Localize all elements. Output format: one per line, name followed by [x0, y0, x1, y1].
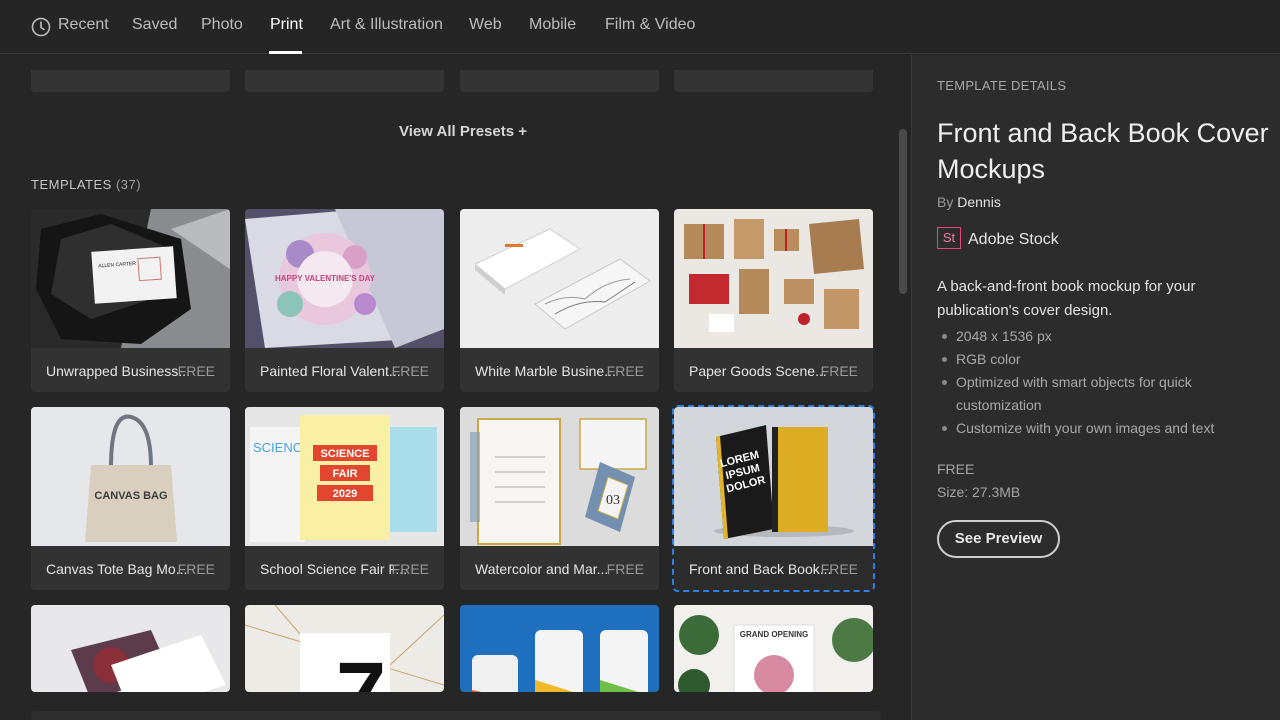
- thumb-text-canvas-bag: CANVAS BAG: [94, 490, 167, 502]
- template-thumbnail: HAPPY VALENTINE'S DAY: [245, 209, 444, 348]
- template-thumbnail: ALLEN CARTER: [31, 209, 230, 348]
- template-thumbnail: [674, 209, 873, 348]
- template-card-grand-opening[interactable]: GRAND OPENING: [674, 605, 873, 692]
- template-card-front-back-book[interactable]: LOREM IPSUM DOLOR Front and Back Book...…: [672, 405, 875, 592]
- thumb-text-happy-valentines: HAPPY VALENTINE'S DAY: [275, 274, 376, 283]
- details-price: FREE: [937, 461, 975, 477]
- card-price: FREE: [177, 561, 215, 577]
- feature-item: RGB color: [937, 348, 1267, 371]
- size-label: Size:: [937, 484, 969, 500]
- feature-item: Customize with your own images and text: [937, 417, 1267, 440]
- template-details-panel: TEMPLATE DETAILS Front and Back Book Cov…: [911, 55, 1280, 720]
- details-feature-list: 2048 x 1536 px RGB color Optimized with …: [937, 325, 1267, 440]
- feature-item: 2048 x 1536 px: [937, 325, 1267, 348]
- size-value: 27.3MB: [972, 484, 1021, 500]
- card-caption: Paper Goods Scene... FREE: [674, 348, 873, 392]
- template-thumbnail: [460, 605, 659, 692]
- tab-mobile[interactable]: Mobile: [529, 16, 576, 34]
- thumb-text-year: 2029: [333, 488, 357, 500]
- templates-heading-label: TEMPLATES: [31, 177, 112, 192]
- template-card-science-fair[interactable]: SCIENCE SCIENCE FAIR 2029 School Science…: [245, 407, 444, 590]
- card-caption: White Marble Busine... FREE: [460, 348, 659, 392]
- details-section-label: TEMPLATE DETAILS: [937, 78, 1067, 93]
- thumb-text-fair: FAIR: [332, 468, 357, 480]
- thumb-text-seven: 7: [336, 645, 386, 692]
- details-description: A back-and-front book mockup for your pu…: [937, 278, 1196, 319]
- template-thumbnail: GRAND OPENING: [674, 605, 873, 692]
- thumb-text-grand-opening: GRAND OPENING: [740, 630, 808, 639]
- card-caption: Front and Back Book... FREE: [674, 546, 873, 590]
- template-card-paper-goods[interactable]: Paper Goods Scene... FREE: [674, 209, 873, 392]
- tab-photo[interactable]: Photo: [201, 16, 243, 34]
- template-card-cans[interactable]: [460, 605, 659, 692]
- card-price: FREE: [606, 363, 644, 379]
- card-caption: Unwrapped Business... FREE: [31, 348, 230, 392]
- adobe-stock-icon: St: [937, 227, 961, 249]
- card-title: School Science Fair F...: [260, 561, 408, 577]
- card-title: Painted Floral Valent...: [260, 363, 401, 379]
- app-window: Recent Saved Photo Print Art & Illustrat…: [0, 0, 1280, 720]
- card-caption: Canvas Tote Bag Mo... FREE: [31, 546, 230, 590]
- details-title: Front and Back Book Cover Mockups: [937, 118, 1269, 184]
- template-card-poster-seven[interactable]: 7: [245, 605, 444, 692]
- view-all-presets-link[interactable]: View All Presets +: [399, 123, 527, 140]
- card-title: White Marble Busine...: [475, 363, 616, 379]
- tab-web[interactable]: Web: [469, 16, 502, 34]
- card-price: FREE: [606, 561, 644, 577]
- vertical-scrollbar-thumb[interactable]: [899, 129, 907, 294]
- card-title: Front and Back Book...: [689, 561, 832, 577]
- thumb-text-science: SCIENCE: [321, 448, 370, 460]
- feature-item: Optimized with smart objects for quick c…: [937, 371, 1267, 417]
- template-thumbnail: LOREM IPSUM DOLOR: [674, 407, 873, 546]
- card-price: FREE: [391, 363, 429, 379]
- card-title: Paper Goods Scene...: [689, 363, 827, 379]
- thumb-text-03: 03: [606, 493, 620, 508]
- preset-card[interactable]: [460, 70, 659, 92]
- tab-saved[interactable]: Saved: [132, 16, 177, 34]
- by-prefix: By: [937, 194, 954, 210]
- tab-art-illustration[interactable]: Art & Illustration: [330, 16, 443, 34]
- template-card-canvas-tote[interactable]: CANVAS BAG Canvas Tote Bag Mo... FREE: [31, 407, 230, 590]
- tab-print[interactable]: Print: [270, 16, 303, 34]
- templates-heading: TEMPLATES (37): [31, 177, 141, 192]
- preset-card[interactable]: [31, 70, 230, 92]
- card-title: Canvas Tote Bag Mo...: [46, 561, 188, 577]
- tab-film-video[interactable]: Film & Video: [605, 16, 695, 34]
- active-tab-indicator: [269, 51, 302, 54]
- template-thumbnail: SCIENCE SCIENCE FAIR 2029: [245, 407, 444, 546]
- author-name[interactable]: Dennis: [957, 194, 1001, 210]
- template-thumbnail: CANVAS BAG: [31, 407, 230, 546]
- card-caption: Watercolor and Mar... FREE: [460, 546, 659, 590]
- template-card-watercolor-marble[interactable]: 03 Watercolor and Mar... FREE: [460, 407, 659, 590]
- details-author-line: By Dennis: [937, 194, 1001, 210]
- card-price: FREE: [177, 363, 215, 379]
- template-card-painted-floral[interactable]: HAPPY VALENTINE'S DAY Painted Floral Val…: [245, 209, 444, 392]
- card-caption: Painted Floral Valent... FREE: [245, 348, 444, 392]
- card-title: Watercolor and Mar...: [475, 561, 609, 577]
- card-price: FREE: [820, 561, 858, 577]
- see-preview-button[interactable]: See Preview: [937, 520, 1060, 558]
- card-price: FREE: [391, 561, 429, 577]
- horizontal-scrollbar[interactable]: [31, 711, 881, 720]
- template-thumbnail: [31, 605, 230, 692]
- details-size: Size: 27.3MB: [937, 484, 1020, 500]
- category-nav: Recent Saved Photo Print Art & Illustrat…: [0, 0, 1280, 54]
- details-scrollbar[interactable]: [1268, 110, 1275, 720]
- clock-icon: [31, 17, 51, 37]
- template-thumbnail: 7: [245, 605, 444, 692]
- preset-card[interactable]: [245, 70, 444, 92]
- card-price: FREE: [820, 363, 858, 379]
- tab-recent[interactable]: Recent: [58, 16, 109, 34]
- adobe-stock-label: Adobe Stock: [968, 231, 1059, 248]
- card-caption: School Science Fair F... FREE: [245, 546, 444, 590]
- preset-card[interactable]: [674, 70, 873, 92]
- template-thumbnail: [460, 209, 659, 348]
- template-card-white-marble[interactable]: White Marble Busine... FREE: [460, 209, 659, 392]
- card-title: Unwrapped Business...: [46, 363, 190, 379]
- template-card-unwrapped-business[interactable]: ALLEN CARTER Unwrapped Business... FREE: [31, 209, 230, 392]
- template-card-business-card[interactable]: [31, 605, 230, 692]
- templates-count: (37): [115, 177, 142, 192]
- template-thumbnail: 03: [460, 407, 659, 546]
- template-browser: View All Presets + TEMPLATES (37) ALLEN …: [0, 55, 911, 720]
